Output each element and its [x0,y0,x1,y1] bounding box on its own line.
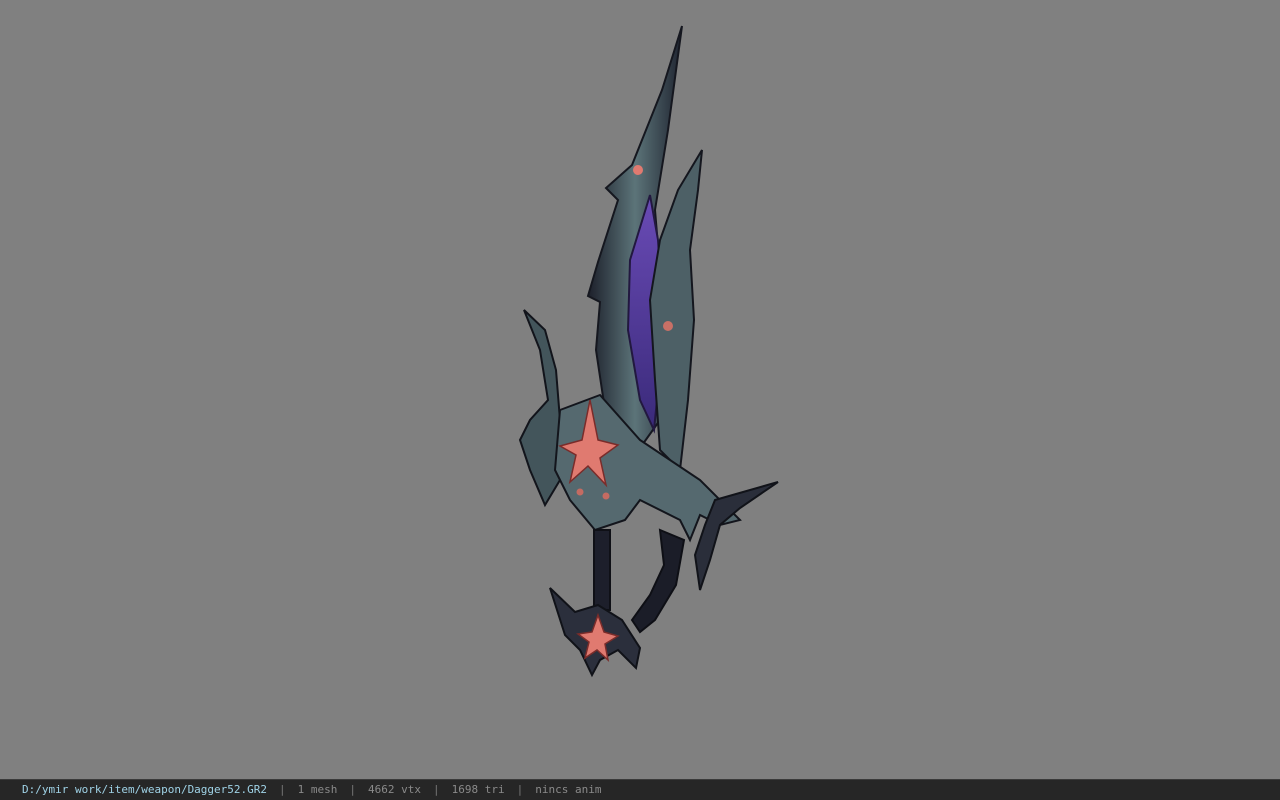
separator: | [349,783,357,796]
gem-guard-2 [602,492,610,500]
mesh-count-label: 1 mesh [297,783,338,796]
separator: | [516,783,524,796]
gem-guard-1 [576,488,584,496]
3d-viewport[interactable] [0,0,1280,779]
status-bar: D:/ymir work/item/weapon/Dagger52.GR2 | 1 … [0,779,1280,800]
grip [593,529,611,611]
separator: | [279,783,286,796]
anim-status-label: nincs anim [535,783,602,796]
gem-top [633,165,643,175]
triangle-count-label: 1698 tri [451,783,505,796]
file-path-label: D:/ymir work/item/weapon/Dagger52.GR2 [22,783,268,796]
gem-right [663,321,673,331]
vertex-count-label: 4662 vtx [368,783,422,796]
dagger-model [518,25,779,678]
separator: | [433,783,440,796]
knuckle-bow [630,528,686,634]
